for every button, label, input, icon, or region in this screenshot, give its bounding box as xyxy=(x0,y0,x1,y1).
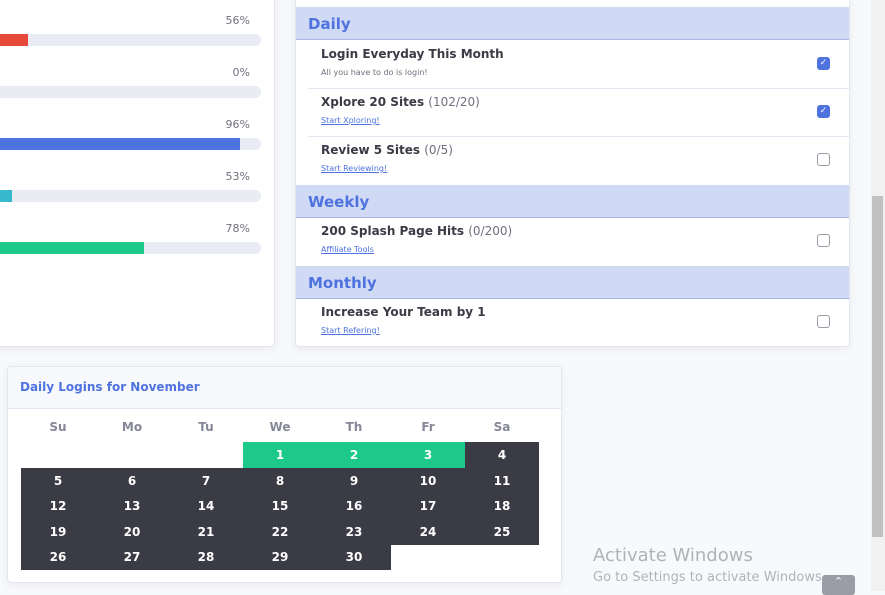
progress-bar xyxy=(0,34,261,46)
weekday-header: Mo xyxy=(121,420,143,434)
progress-percent: 0% xyxy=(232,66,250,79)
weekday-header: Sa xyxy=(493,420,511,434)
calendar-day[interactable]: 2 xyxy=(317,442,391,468)
achievement-count: (102/20) xyxy=(428,95,480,109)
achievement-row: Xplore 20 Sites (102/20) Start Xploring! ✓ xyxy=(308,89,849,137)
calendar-day[interactable]: 15 xyxy=(243,493,317,519)
calendar-day[interactable]: 1 xyxy=(243,442,317,468)
weekday-header: Th xyxy=(345,420,363,434)
calendar-day[interactable]: 16 xyxy=(317,493,391,519)
achievement-title: 200 Splash Page Hits (0/200) xyxy=(321,224,512,238)
progress-fill xyxy=(0,138,240,150)
check-icon: ✓ xyxy=(819,58,828,68)
achievement-checkbox[interactable]: ✓ xyxy=(817,57,830,70)
calendar-day[interactable]: 18 xyxy=(465,493,539,519)
achievement-name: Login Everyday This Month xyxy=(321,47,504,61)
section-weekly: Weekly xyxy=(296,185,849,218)
calendar-day[interactable]: 11 xyxy=(465,467,539,494)
achievement-name: 200 Splash Page Hits xyxy=(321,224,465,238)
achievement-name: Increase Your Team by 1 xyxy=(321,305,486,319)
achievement-name: Review 5 Sites xyxy=(321,143,421,157)
calendar-day[interactable]: 27 xyxy=(95,544,169,570)
achievement-checkbox[interactable] xyxy=(817,315,830,328)
calendar-day[interactable]: 17 xyxy=(391,493,465,519)
achievement-link[interactable]: Start Reviewing! xyxy=(321,164,387,173)
weekday-header: Fr xyxy=(421,420,435,434)
calendar-day[interactable]: 8 xyxy=(243,467,317,494)
achievement-row: 200 Splash Page Hits (0/200) Affiliate To… xyxy=(308,218,849,266)
progress-percent: 56% xyxy=(225,14,250,27)
weekday-header: Su xyxy=(49,420,67,434)
progress-percent: 53% xyxy=(225,170,250,183)
calendar-day[interactable]: 28 xyxy=(169,544,243,570)
achievement-title: Login Everyday This Month xyxy=(321,47,504,61)
calendar-day[interactable]: 12 xyxy=(21,493,95,519)
weekday-header: We xyxy=(269,420,291,434)
calendar-day[interactable]: 3 xyxy=(391,442,465,468)
calendar-day[interactable]: 19 xyxy=(21,518,95,545)
achievement-link[interactable]: Start Refering! xyxy=(321,326,380,335)
weekday-header: Tu xyxy=(198,420,214,434)
calendar-day[interactable]: 26 xyxy=(21,544,95,570)
progress-card: 56% 0% 96% 53% 78% xyxy=(0,0,275,347)
progress-bar xyxy=(0,242,261,254)
calendar-day[interactable]: 6 xyxy=(95,467,169,494)
calendar-day[interactable]: 24 xyxy=(391,518,465,545)
progress-fill xyxy=(0,242,145,254)
progress-percent: 96% xyxy=(225,118,250,131)
calendar-day[interactable]: 25 xyxy=(465,518,539,545)
achievement-count: (0/200) xyxy=(468,224,513,238)
achievement-checkbox[interactable] xyxy=(817,234,830,247)
achievements-card: Daily Login Everyday This Month All you … xyxy=(295,0,850,347)
achievement-link[interactable]: Affiliate Tools xyxy=(321,245,374,254)
progress-fill xyxy=(0,190,12,202)
achievement-row: Login Everyday This Month All you have t… xyxy=(308,41,849,89)
achievement-checkbox[interactable] xyxy=(817,153,830,166)
calendar-card: Daily Logins for November Su Mo Tu We Th Fr Sa… xyxy=(7,366,562,583)
achievement-count: (0/5) xyxy=(424,143,453,157)
scrollbar-thumb[interactable] xyxy=(872,196,883,537)
progress-fill xyxy=(0,34,28,46)
check-icon: ✓ xyxy=(819,106,828,116)
scroll-to-top-button[interactable]: ⌃ xyxy=(822,575,855,595)
achievement-name: Xplore 20 Sites xyxy=(321,95,425,109)
calendar-day[interactable]: 4 xyxy=(465,442,539,468)
achievement-link[interactable]: Start Xploring! xyxy=(321,116,380,125)
calendar-day[interactable]: 10 xyxy=(391,467,465,494)
calendar-day[interactable]: 22 xyxy=(243,518,317,545)
calendar-day[interactable]: 5 xyxy=(21,467,95,494)
achievement-description: All you have to do is login! xyxy=(321,68,428,77)
progress-percent: 78% xyxy=(225,222,250,235)
watermark-subtitle: Go to Settings to activate Windows. xyxy=(593,570,826,585)
progress-bar xyxy=(0,86,261,98)
achievement-row: Increase Your Team by 1 Start Refering! xyxy=(308,299,849,346)
calendar-day[interactable]: 14 xyxy=(169,493,243,519)
chevron-up-icon: ⌃ xyxy=(833,575,844,588)
calendar-day[interactable]: 20 xyxy=(95,518,169,545)
achievement-title: Review 5 Sites (0/5) xyxy=(321,143,453,157)
calendar-day[interactable]: 13 xyxy=(95,493,169,519)
progress-bar xyxy=(0,190,261,202)
achievement-title: Xplore 20 Sites (102/20) xyxy=(321,95,480,109)
calendar-day[interactable]: 9 xyxy=(317,467,391,494)
achievement-title: Increase Your Team by 1 xyxy=(321,305,486,319)
calendar-title: Daily Logins for November xyxy=(8,367,561,409)
progress-bar xyxy=(0,138,261,150)
achievement-row: Review 5 Sites (0/5) Start Reviewing! xyxy=(308,137,849,185)
calendar-day[interactable]: 7 xyxy=(169,467,243,494)
calendar-day[interactable]: 30 xyxy=(317,544,391,570)
calendar-day[interactable]: 23 xyxy=(317,518,391,545)
section-monthly: Monthly xyxy=(296,266,849,299)
calendar-day[interactable]: 21 xyxy=(169,518,243,545)
achievement-checkbox[interactable]: ✓ xyxy=(817,105,830,118)
watermark-title: Activate Windows xyxy=(593,545,753,566)
section-daily: Daily xyxy=(296,7,849,40)
scrollbar[interactable] xyxy=(871,0,885,591)
calendar-day[interactable]: 29 xyxy=(243,544,317,570)
